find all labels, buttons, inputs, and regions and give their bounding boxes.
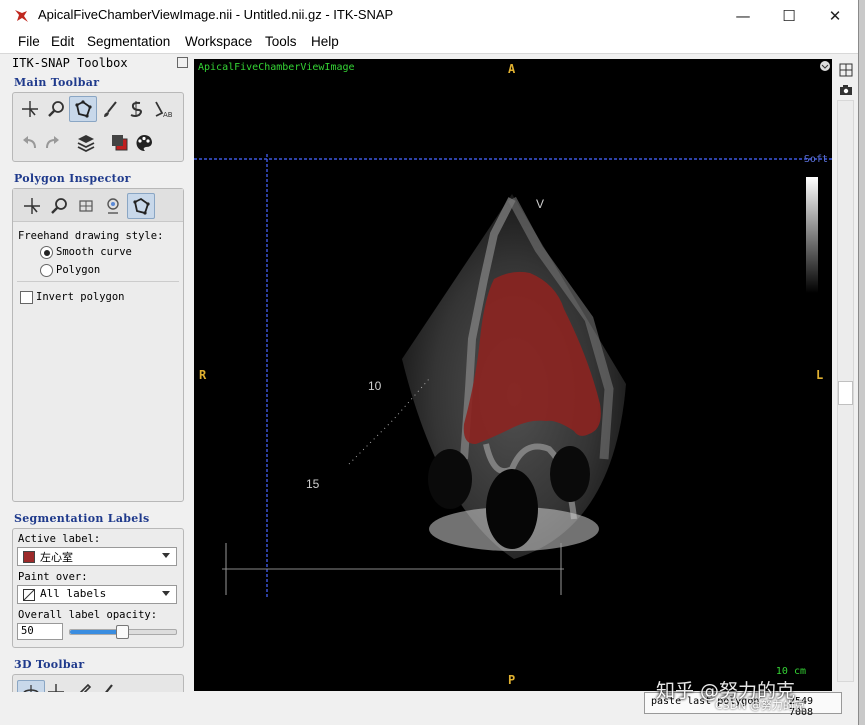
segmentation-labels-heading: Segmentation Labels [14,512,150,525]
palette-icon [136,135,152,152]
label-icon [112,135,128,151]
polygon-icon [133,197,150,215]
paintbrush-icon [104,101,117,117]
orientation-top-label: A [508,62,516,76]
viewer-menu-icon[interactable] [819,60,831,72]
float-panel-icon[interactable] [177,57,188,68]
maximize-button[interactable]: ☐ [766,0,812,31]
zoom-icon [51,198,67,214]
3d-toolbar-heading: 3D Toolbar [14,658,85,671]
undo-icon [23,136,36,149]
watermark-small-text: CSDN @努力的克 [715,699,805,712]
minimize-button[interactable]: — [720,0,766,31]
minimize-icon: — [735,6,751,25]
main-toolbar-panel: AB [12,92,184,162]
zoom-tool-button[interactable] [43,97,69,121]
crosshair-icon [24,198,40,214]
menu-file[interactable]: File [18,34,40,49]
crosshair-icon [22,101,38,117]
segmentation-labels-panel: Active label: 左心室 Paint over: All labels… [12,528,184,648]
freehand-style-label: Freehand drawing style: [18,230,164,242]
svg-text:AB: AB [163,111,172,119]
all-labels-icon [23,589,35,601]
opacity-slider-handle[interactable] [116,625,129,639]
active-label-swatch [23,551,35,563]
annotation-icon: AB [155,101,172,119]
active-label-dropdown[interactable]: 左心室 [17,547,177,566]
orientation-left-label: R [199,368,207,382]
redo-icon [46,136,59,149]
depth-mark-10: 10 [368,379,382,393]
layers-icon [77,135,95,153]
opacity-caption: Overall label opacity: [18,609,158,621]
slice-viewer[interactable]: ApicalFiveChamberViewImage A P R L Soft … [194,59,832,691]
depth-mark-15: 15 [306,477,320,491]
maximize-icon: ☐ [782,6,796,25]
image-name-label: ApicalFiveChamberViewImage [198,62,355,73]
chevron-down-icon [162,591,170,596]
inspector-crosshair-button[interactable] [19,194,45,218]
inspector-thumbnail-button[interactable] [73,194,99,218]
paint-over-caption: Paint over: [18,571,88,583]
label-editor-button[interactable] [107,131,133,155]
grid-layout-icon [839,63,852,76]
chevron-down-icon [162,553,170,558]
close-icon: ✕ [828,6,842,25]
active-label-value: 左心室 [40,551,73,564]
paintbrush-tool-button[interactable] [97,97,123,121]
polygon-label: Polygon [56,264,101,276]
inspector-screenshot-button[interactable] [100,194,126,218]
polygon-inspector-heading: Polygon Inspector [14,172,131,185]
thumbnail-icon [79,200,93,212]
opacity-input[interactable]: 50 [17,623,63,640]
toolbox-title: ITK-SNAP Toolbox [12,56,128,70]
crosshair-tool-button[interactable] [17,97,43,121]
ultrasound-image [194,154,832,599]
menu-bar: File Edit Segmentation Workspace Tools H… [0,31,858,53]
menu-tools[interactable]: Tools [265,34,297,49]
polygon-tool-button[interactable] [69,96,97,122]
annotation-tool-button[interactable]: AB [149,97,175,121]
colormap-label: Soft [803,154,828,165]
smooth-curve-radio[interactable] [40,246,53,259]
active-label-caption: Active label: [18,533,101,545]
itk-snap-toolbox: ITK-SNAP Toolbox Main Toolbar AB Polygon… [8,54,191,716]
redo-button[interactable] [39,131,65,155]
invert-polygon-checkbox[interactable] [20,291,33,304]
zoom-icon [48,101,64,117]
title-bar: ApicalFiveChamberViewImage.nii - Untitle… [0,0,858,31]
close-button[interactable]: ✕ [812,0,858,31]
polygon-icon [75,100,92,118]
orientation-bottom-label: P [508,673,516,687]
layers-button[interactable] [73,131,99,155]
probe-marker: V [536,197,545,211]
menu-segmentation[interactable]: Segmentation [87,34,170,49]
paint-over-dropdown[interactable]: All labels [17,585,177,604]
smooth-curve-label: Smooth curve [56,246,132,258]
palette-button[interactable] [131,131,157,155]
menu-workspace[interactable]: Workspace [185,34,252,49]
camera-icon [839,84,852,95]
snake-icon [130,101,142,117]
polygon-inspector-panel: Freehand drawing style: Smooth curve Pol… [12,188,184,502]
polygon-radio[interactable] [40,264,53,277]
inspector-zoom-button[interactable] [46,194,72,218]
screenshot-icon [107,198,119,214]
layout-button[interactable] [837,61,854,78]
inspector-divider [17,281,179,282]
menu-edit[interactable]: Edit [51,34,74,49]
window-title: ApicalFiveChamberViewImage.nii - Untitle… [38,7,394,22]
screenshot-button[interactable] [837,81,854,98]
main-toolbar-heading: Main Toolbar [14,76,100,89]
app-window: ApicalFiveChamberViewImage.nii - Untitle… [0,0,859,725]
paint-over-value: All labels [40,587,107,600]
orientation-right-label: L [816,368,824,382]
inspector-polygon-button[interactable] [127,193,155,219]
menu-help[interactable]: Help [311,34,339,49]
snake-tool-button[interactable] [123,97,149,121]
itk-snap-logo-icon [15,10,28,22]
invert-polygon-label: Invert polygon [36,291,125,303]
slice-scrollbar-thumb[interactable] [838,381,853,405]
slice-scrollbar[interactable] [837,100,854,682]
